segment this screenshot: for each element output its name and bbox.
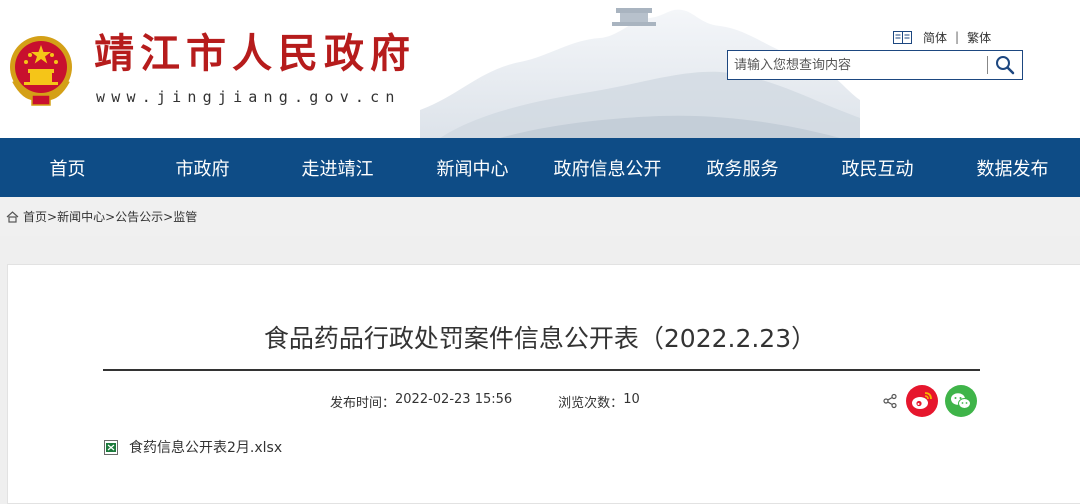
nav-item-info-disclosure[interactable]: 政府信息公开 <box>540 138 675 197</box>
attachment-link[interactable]: 食药信息公开表2月.xlsx <box>104 437 282 457</box>
nav-item-public-interaction[interactable]: 政民互动 <box>810 138 945 197</box>
wechat-icon[interactable] <box>945 385 977 417</box>
site-title: 靖江市人民政府 <box>94 30 416 77</box>
article-panel <box>7 264 1080 504</box>
nav-item-data-release[interactable]: 数据发布 <box>945 138 1080 197</box>
excel-file-icon <box>104 439 118 455</box>
traditional-chinese-link[interactable]: 繁体 <box>967 29 991 46</box>
publish-time-label: 发布时间： <box>330 396 396 411</box>
breadcrumb-separator: > <box>105 209 116 224</box>
view-count-label: 浏览次数： <box>558 396 624 411</box>
language-switcher: 简体 | 繁体 <box>893 29 991 45</box>
nav-item-about-jingjiang[interactable]: 走进靖江 <box>270 138 405 197</box>
nav-item-government-services[interactable]: 政务服务 <box>675 138 810 197</box>
breadcrumb: 首页 > 新闻中心 > 公告公示 > 监管 <box>0 197 1080 236</box>
national-emblem-icon <box>10 36 72 106</box>
breadcrumb-separator: > <box>47 209 58 224</box>
language-separator: | <box>955 30 960 44</box>
nav-item-news-center[interactable]: 新闻中心 <box>405 138 540 197</box>
nav-item-city-government[interactable]: 市政府 <box>135 138 270 197</box>
breadcrumb-news-center[interactable]: 新闻中心 <box>57 208 105 225</box>
breadcrumb-separator: > <box>163 209 174 224</box>
home-icon <box>6 210 19 223</box>
search-icon[interactable] <box>992 54 1018 76</box>
book-icon <box>893 30 912 44</box>
breadcrumb-home[interactable]: 首页 <box>23 208 47 225</box>
share-icon[interactable] <box>882 393 898 409</box>
article-meta: 发布时间： 2022-02-23 15:56 浏览次数： 10 <box>330 392 640 411</box>
site-header: 靖江市人民政府 www.jingjiang.gov.cn 简体 | 繁体 <box>0 0 1080 138</box>
search-input[interactable] <box>734 55 984 75</box>
main-nav: 首页 市政府 走进靖江 新闻中心 政府信息公开 政务服务 政民互动 数据发布 <box>0 138 1080 197</box>
view-count-value: 10 <box>623 392 640 407</box>
breadcrumb-announcements[interactable]: 公告公示 <box>115 208 163 225</box>
nav-item-home[interactable]: 首页 <box>0 138 135 197</box>
title-divider <box>103 369 980 371</box>
publish-time-value: 2022-02-23 15:56 <box>395 392 513 407</box>
search-divider <box>987 56 988 74</box>
breadcrumb-supervision[interactable]: 监管 <box>173 208 197 225</box>
weibo-icon[interactable] <box>906 385 938 417</box>
attachment-name: 食药信息公开表2月.xlsx <box>129 440 283 456</box>
simplified-chinese-link[interactable]: 简体 <box>923 29 947 46</box>
search-box <box>727 50 1023 80</box>
site-url: www.jingjiang.gov.cn <box>96 88 401 106</box>
article-title: 食品药品行政处罚案件信息公开表（2022.2.23） <box>263 324 817 353</box>
